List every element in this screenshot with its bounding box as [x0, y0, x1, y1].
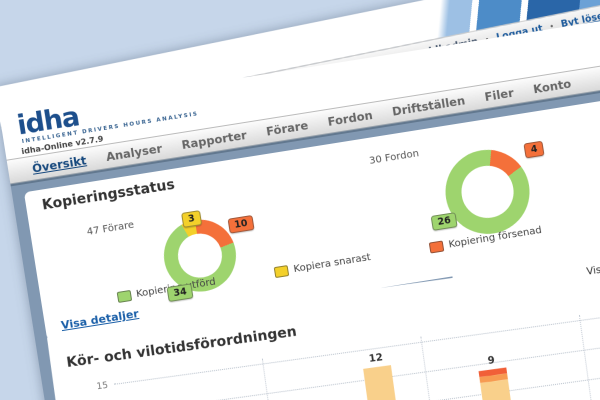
- y-axis-tick: 15: [82, 381, 109, 394]
- idha-online-page: Anonym Inloggad som: Idhadmin • Logga ut…: [0, 0, 600, 400]
- bar: [363, 365, 401, 400]
- donut-value-chip: 4: [524, 141, 545, 159]
- screenshot-stage: Anonym Inloggad som: Idhadmin • Logga ut…: [0, 0, 600, 400]
- bar-value-label: 9: [468, 352, 515, 369]
- donut-value-chip: 10: [227, 215, 254, 234]
- vehicles-donut-chart[interactable]: 426: [439, 144, 535, 240]
- bar-segment: [363, 365, 401, 400]
- nav-item-förare[interactable]: Förare: [265, 118, 309, 138]
- donut-value-chip: 26: [431, 212, 458, 231]
- gridline-v: [420, 337, 434, 400]
- drivers-count-label: 47 Förare: [86, 220, 135, 238]
- nav-item-analyser[interactable]: Analyser: [105, 141, 163, 164]
- bar-segment: [480, 379, 513, 400]
- legend-item: Kopiera snarast: [274, 252, 371, 278]
- nav-item-konto[interactable]: Konto: [532, 76, 572, 96]
- gridline-v: [579, 315, 593, 400]
- legend-swatch: [117, 290, 133, 303]
- nav-item-fordon[interactable]: Fordon: [327, 107, 374, 128]
- nav-item-översikt[interactable]: Översikt: [31, 153, 87, 175]
- bar: [479, 367, 514, 400]
- gridline-h: [126, 380, 600, 400]
- legend-swatch: [429, 240, 445, 253]
- donut-value-chip: 3: [181, 210, 202, 228]
- donut-value-chip: 34: [167, 283, 194, 302]
- legend-swatch: [274, 265, 290, 278]
- nav-item-filer[interactable]: Filer: [484, 85, 515, 103]
- legend-label: Kopiera snarast: [293, 252, 372, 275]
- bar-value-label: 12: [352, 350, 399, 367]
